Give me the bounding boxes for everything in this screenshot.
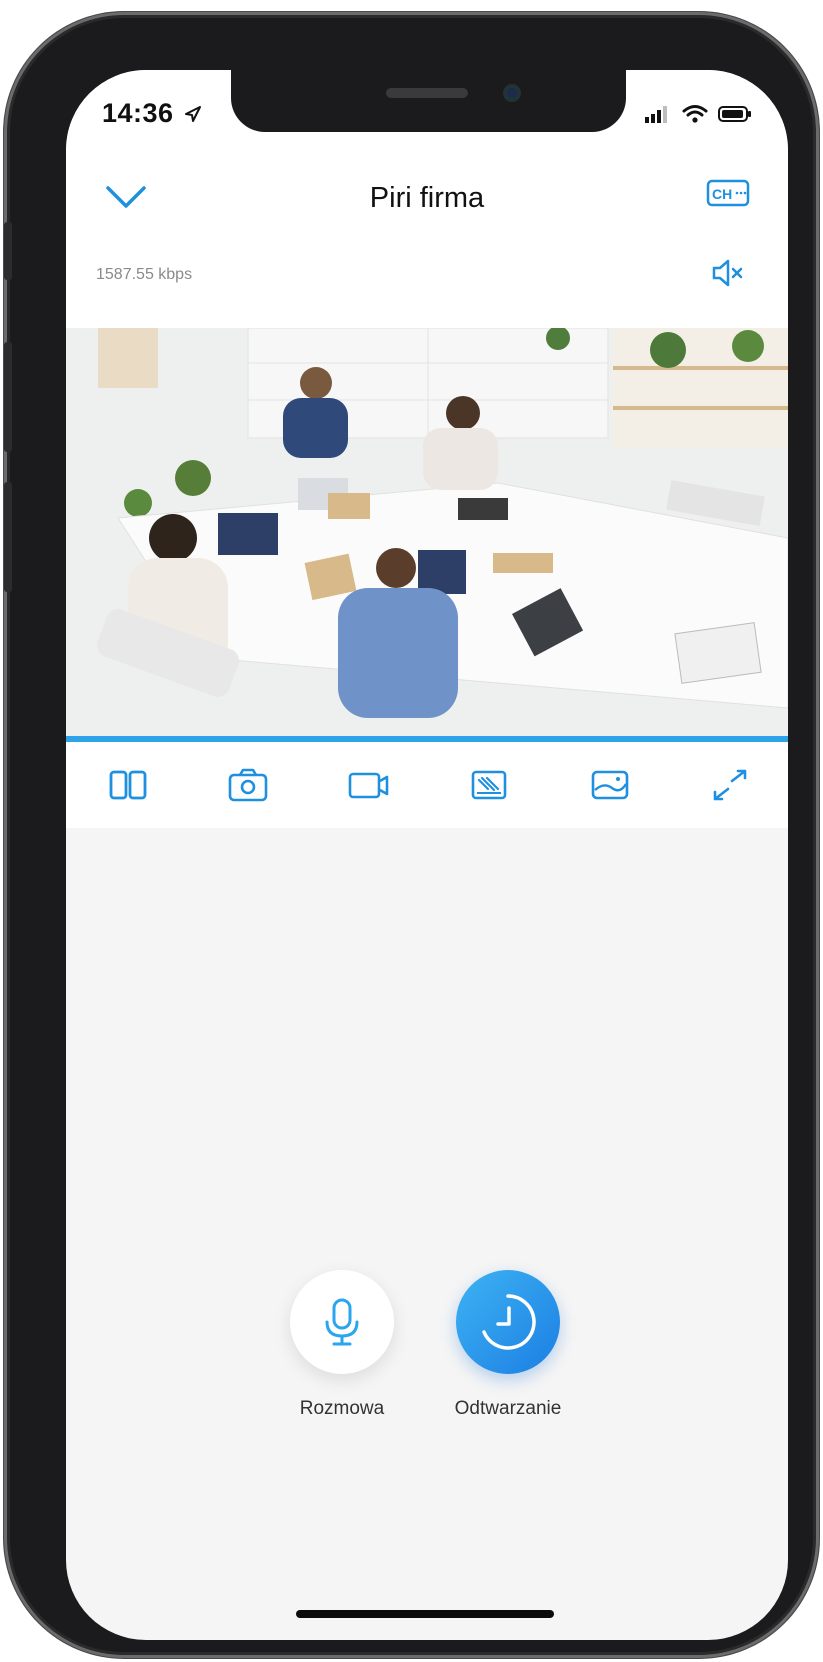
action-buttons: Rozmowa Odtwarzanie (66, 1270, 788, 1470)
front-camera (503, 84, 521, 102)
speaker-mute-icon[interactable] (710, 256, 744, 290)
talk-button[interactable] (290, 1270, 394, 1374)
signal-icon (645, 106, 667, 123)
home-indicator (296, 1610, 554, 1618)
bitrate-label: 1587.55 kbps (96, 266, 193, 283)
location-arrow-icon (184, 106, 201, 122)
picture-icon (591, 770, 628, 800)
phone-screen: 14:36 Piri firma CH 1587.55 kbps Rozmowa… (66, 70, 788, 1640)
record-button[interactable] (345, 761, 393, 809)
battery-icon (718, 106, 751, 122)
page-title: Piri firma (369, 182, 485, 214)
video-record-icon (348, 772, 389, 799)
camera-icon (229, 768, 268, 802)
split-view-icon (109, 770, 147, 800)
playback-label: Odtwarzanie (454, 1398, 562, 1419)
silent-switch (4, 222, 12, 280)
svg-text:CH: CH (712, 186, 732, 202)
phone-frame: 14:36 Piri firma CH 1587.55 kbps Rozmowa… (4, 12, 819, 1658)
snapshot-button[interactable] (224, 761, 272, 809)
wifi-icon (682, 105, 708, 123)
picture-button[interactable] (586, 761, 634, 809)
playback-button[interactable] (456, 1270, 560, 1374)
microphone-icon (325, 1298, 359, 1346)
camera-image (66, 328, 788, 740)
talk-label: Rozmowa (299, 1398, 385, 1419)
playback-action[interactable]: Odtwarzanie (428, 1270, 588, 1420)
live-video-feed[interactable] (66, 328, 788, 740)
clock-icon (482, 1294, 536, 1350)
image-quality-icon (471, 770, 507, 800)
fullscreen-icon (713, 769, 747, 801)
status-icons (644, 104, 752, 124)
notch (231, 70, 626, 132)
channel-icon[interactable]: CH (706, 176, 750, 210)
image-quality-button[interactable] (465, 761, 513, 809)
status-time: 14:36 (102, 98, 202, 129)
earpiece-speaker (386, 88, 468, 98)
volume-down-button (4, 482, 12, 592)
fullscreen-button[interactable] (706, 761, 754, 809)
talk-action[interactable]: Rozmowa (262, 1270, 422, 1420)
volume-up-button (4, 342, 12, 452)
control-toolbar (66, 742, 788, 828)
split-view-button[interactable] (104, 761, 152, 809)
